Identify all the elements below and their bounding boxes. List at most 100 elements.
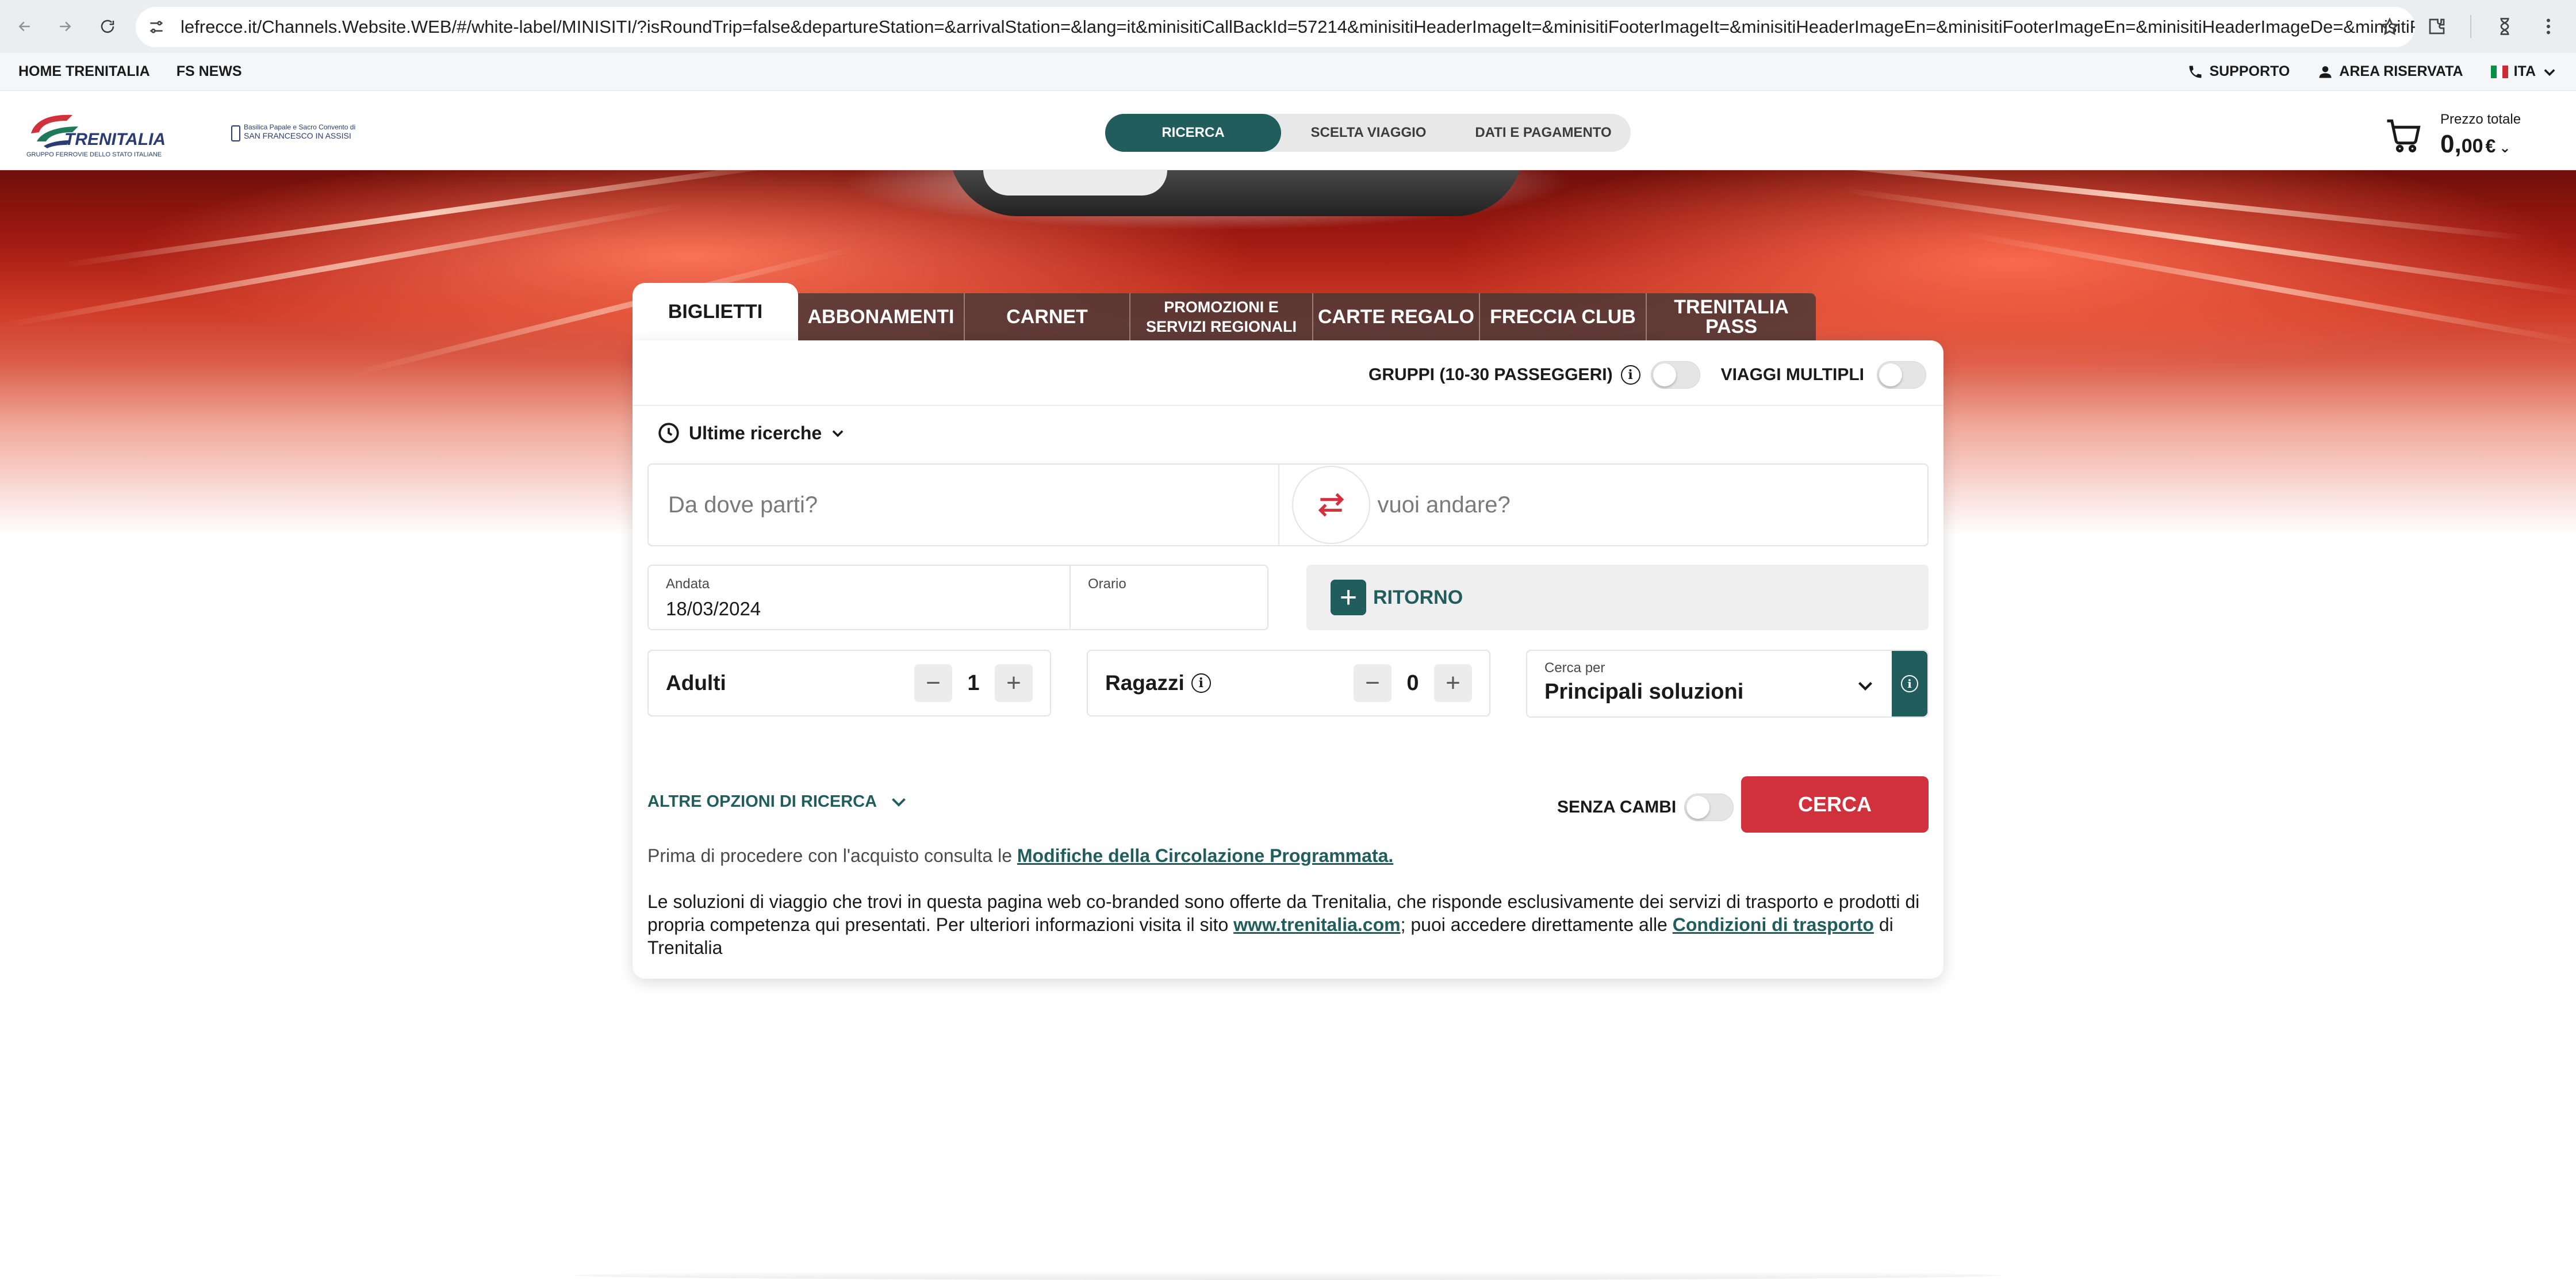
menu-icon[interactable] xyxy=(2538,16,2559,37)
phone-icon xyxy=(2189,66,2202,78)
language-selector[interactable]: ITA xyxy=(2490,63,2558,80)
trenitalia-logo[interactable]: TRENITALIA GRUPPO FERROVIE DELLO STATO I… xyxy=(26,109,176,159)
tab-biglietti[interactable]: BIGLIETTI xyxy=(632,283,798,340)
departure-time-field[interactable]: Orario xyxy=(1071,566,1267,629)
departure-date-label: Andata xyxy=(666,576,710,592)
more-search-options[interactable]: ALTRE OPZIONI DI RICERCA xyxy=(647,791,909,812)
booking-steps: RICERCA SCELTA VIAGGIO DATI E PAGAMENTO xyxy=(1105,114,1631,152)
extensions-icon[interactable] xyxy=(2426,16,2447,37)
fs-news-link[interactable]: FS NEWS xyxy=(177,63,242,80)
transport-conditions-link[interactable]: Condizioni di trasporto xyxy=(1673,914,1874,935)
departure-input[interactable]: Da dove parti? xyxy=(649,465,1279,545)
site-settings-icon[interactable] xyxy=(147,18,166,36)
reserved-area-link[interactable]: AREA RISERVATA xyxy=(2317,63,2463,80)
step-data-payment: DATI E PAGAMENTO xyxy=(1475,125,1612,140)
add-return-button[interactable]: + RITORNO xyxy=(1306,565,1929,630)
italy-flag-icon xyxy=(2490,65,2508,78)
search-button[interactable]: CERCA xyxy=(1741,776,1929,833)
chevron-down-icon xyxy=(892,798,906,807)
footer-shadow xyxy=(575,1271,2001,1280)
profile-icon[interactable] xyxy=(2494,16,2515,37)
direct-only-option: SENZA CAMBI xyxy=(1557,794,1734,821)
tab-abbonamenti[interactable]: ABBONAMENTI xyxy=(798,293,965,340)
adults-value: 1 xyxy=(967,670,980,695)
partner-line2: SAN FRANCESCO IN ASSISI xyxy=(244,131,351,140)
search-by-value: Principali soluzioni xyxy=(1544,680,1744,704)
back-icon[interactable] xyxy=(10,12,39,41)
step-choose-trip: SCELTA VIAGGIO xyxy=(1310,125,1427,140)
brand-subtitle: GRUPPO FERROVIE DELLO STATO ITALIANE xyxy=(26,151,162,158)
circulation-notice: Prima di procedere con l'acquisto consul… xyxy=(647,845,1393,867)
groups-label: GRUPPI (10-30 PASSEGGERI) xyxy=(1368,365,1613,384)
user-icon xyxy=(2319,66,2332,78)
clock-icon xyxy=(658,423,679,443)
chevron-down-icon xyxy=(832,430,844,438)
tab-promozioni-line1: PROMOZIONI E xyxy=(1164,298,1279,316)
search-by-label: Cerca per xyxy=(1544,660,1605,676)
toolbar-separator xyxy=(2470,15,2471,38)
utility-bar: HOME TRENITALIA FS NEWS SUPPORTO AREA RI… xyxy=(0,53,2576,91)
plus-icon: + xyxy=(1331,580,1366,615)
divider xyxy=(632,405,1943,406)
train-image xyxy=(949,170,1524,216)
home-trenitalia-link[interactable]: HOME TRENITALIA xyxy=(18,63,150,80)
adults-label: Adulti xyxy=(666,671,726,695)
info-icon: i xyxy=(1901,675,1918,692)
recent-searches-label: Ultime ricerche xyxy=(689,422,822,443)
recent-searches[interactable]: Ultime ricerche xyxy=(657,421,846,445)
notice-text: Prima di procedere con l'acquisto consul… xyxy=(647,845,1017,866)
arrival-input[interactable]: Dove vuoi andare? xyxy=(1279,465,1927,545)
tab-trenitalia-pass[interactable]: TRENITALIA PASS xyxy=(1647,293,1816,340)
reserved-area-label: AREA RISERVATA xyxy=(2339,63,2463,79)
chevron-down-icon: ⌄ xyxy=(2499,140,2511,156)
search-by-select: Cerca per Principali soluzioni i xyxy=(1526,650,1929,718)
youth-label: Ragazzi xyxy=(1105,671,1184,695)
more-options-label: ALTRE OPZIONI DI RICERCA xyxy=(647,792,877,811)
youth-minus-button[interactable]: − xyxy=(1354,664,1392,702)
tab-freccia-club[interactable]: FRECCIA CLUB xyxy=(1480,293,1647,340)
adults-minus-button[interactable]: − xyxy=(914,664,952,702)
cart-icon[interactable] xyxy=(2384,116,2422,154)
support-label: SUPPORTO xyxy=(2209,63,2290,79)
tab-carnet[interactable]: CARNET xyxy=(965,293,1130,340)
info-icon[interactable]: i xyxy=(1620,365,1640,385)
disclaimer-text-2: ; puoi accedere direttamente alle xyxy=(1400,914,1673,935)
address-bar[interactable]: lefrecce.it/Channels.Website.WEB/#/white… xyxy=(136,7,2415,47)
chevron-down-icon xyxy=(1858,682,1872,691)
partner-line1: Basilica Papale e Sacro Convento di xyxy=(244,123,356,131)
swap-stations-button[interactable] xyxy=(1292,466,1370,544)
departure-date-value: 18/03/2024 xyxy=(666,598,761,619)
price-integer: 0, xyxy=(2440,130,2462,158)
search-by-dropdown[interactable]: Cerca per Principali soluzioni xyxy=(1527,651,1892,716)
forward-icon[interactable] xyxy=(51,12,79,41)
no-change-label: SENZA CAMBI xyxy=(1557,798,1677,817)
youth-selector: Ragazzi i − 0 + xyxy=(1087,650,1490,716)
tab-promozioni[interactable]: PROMOZIONI E SERVIZI REGIONALI xyxy=(1130,293,1313,340)
support-link[interactable]: SUPPORTO xyxy=(2187,63,2290,80)
departure-date-field[interactable]: Andata 18/03/2024 xyxy=(649,566,1071,629)
info-icon[interactable]: i xyxy=(1191,673,1211,693)
no-change-toggle[interactable] xyxy=(1684,794,1734,821)
price-decimals: 00 xyxy=(2461,135,2483,157)
total-price-label: Prezzo totale xyxy=(2440,112,2521,127)
search-by-info-button[interactable]: i xyxy=(1892,651,1927,716)
tab-carte-regalo[interactable]: CARTE REGALO xyxy=(1313,293,1480,340)
bookmark-star-icon[interactable] xyxy=(2379,17,2400,37)
co-branding-disclaimer: Le soluzioni di viaggio che trovi in que… xyxy=(647,890,1930,959)
multi-trip-toggle[interactable] xyxy=(1877,361,1926,389)
step-search: RICERCA xyxy=(1105,114,1281,152)
adults-plus-button[interactable]: + xyxy=(995,664,1033,702)
reload-icon[interactable] xyxy=(93,12,122,41)
return-label: RITORNO xyxy=(1373,586,1463,608)
circulation-changes-link[interactable]: Modifiche della Circolazione Programmata… xyxy=(1017,845,1393,866)
youth-plus-button[interactable]: + xyxy=(1434,664,1472,702)
seal-icon xyxy=(231,125,240,141)
route-fields: Da dove parti? Dove vuoi andare? xyxy=(647,463,1929,546)
tab-promozioni-line2: SERVIZI REGIONALI xyxy=(1145,318,1297,335)
swap-icon xyxy=(1318,493,1344,517)
trenitalia-site-link[interactable]: www.trenitalia.com xyxy=(1233,914,1400,935)
groups-toggle[interactable] xyxy=(1650,361,1700,389)
multi-trip-label: VIAGGI MULTIPLI xyxy=(1720,365,1864,384)
top-toggles: GRUPPI (10-30 PASSEGGERI) i VIAGGI MULTI… xyxy=(1368,361,1926,389)
total-price[interactable]: 0, 00 € ⌄ xyxy=(2440,130,2510,159)
